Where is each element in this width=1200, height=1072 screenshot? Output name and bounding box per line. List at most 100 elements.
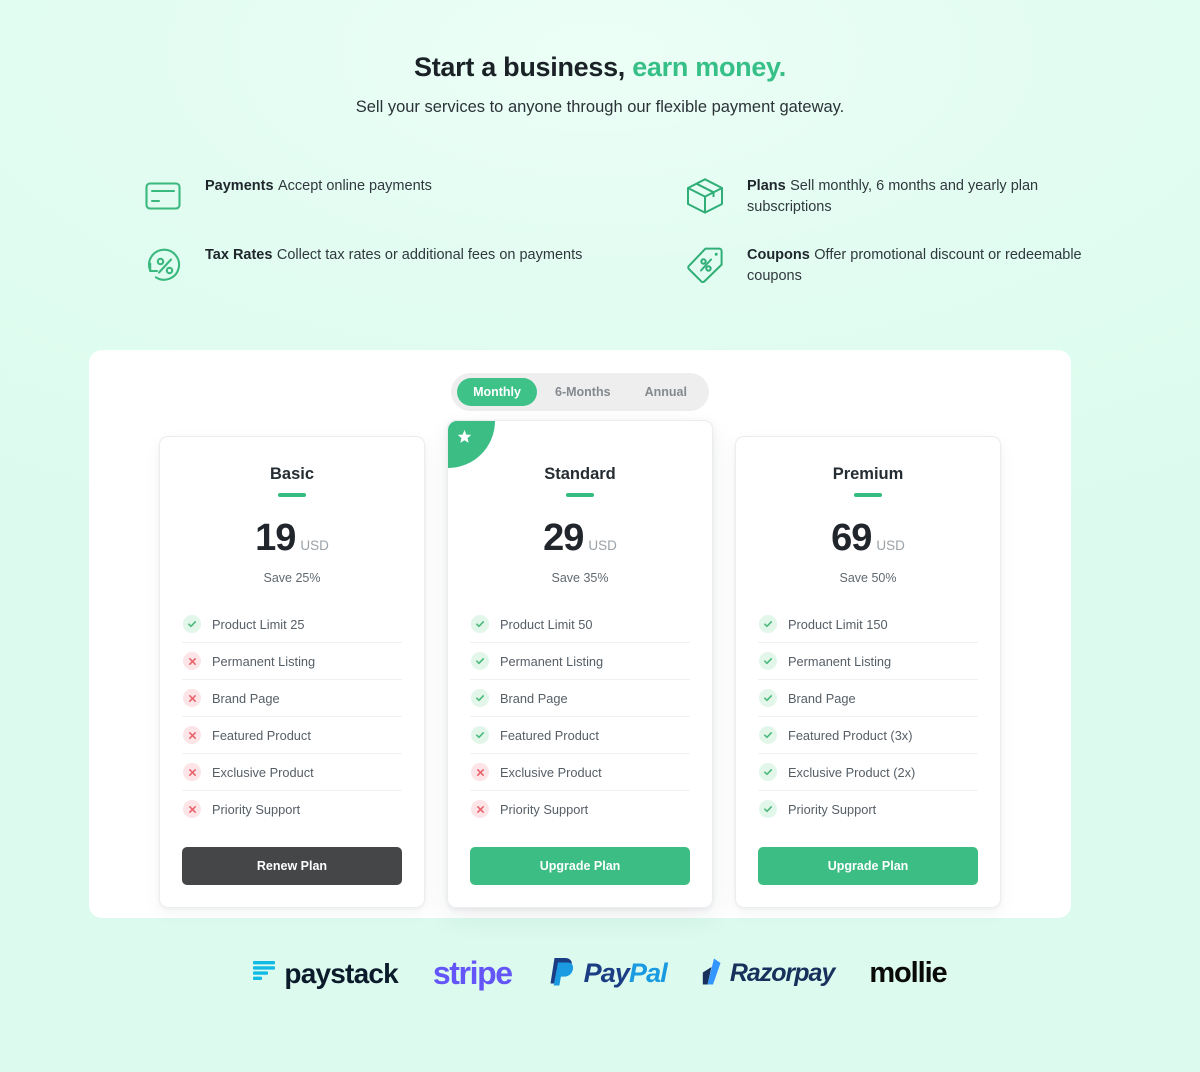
plan-card-basic[interactable]: Basic 19 USD Save 25% Product Limit 25 Pe…: [159, 436, 425, 908]
plan-feature-list: Product Limit 25 Permanent Listing Brand…: [182, 606, 402, 827]
feature-title: Payments: [205, 178, 274, 194]
price-currency: USD: [588, 538, 617, 553]
plan-feature-row: Brand Page: [758, 680, 978, 717]
feature-plans: Plans Sell monthly, 6 months and yearly …: [682, 172, 1120, 241]
billing-period-toggle[interactable]: Monthly 6-Months Annual: [451, 373, 709, 411]
plan-feature-row: Priority Support: [182, 791, 402, 827]
page-subtitle: Sell your services to anyone through our…: [355, 98, 845, 116]
plan-feature-row: Product Limit 50: [470, 606, 690, 643]
check-icon: [759, 615, 777, 633]
cross-icon: [183, 689, 201, 707]
box-icon: [682, 173, 728, 219]
plan-feature-label: Featured Product: [500, 727, 599, 743]
coupon-tag-icon: [682, 242, 728, 288]
check-icon: [759, 800, 777, 818]
price-amount: 69: [831, 517, 872, 559]
billing-toggle-wrap: Monthly 6-Months Annual: [89, 350, 1071, 411]
feature-payments: Payments Accept online payments: [140, 172, 682, 241]
hero-section: Start a business, earn money. Sell your …: [0, 0, 1200, 117]
percent-refresh-icon: [140, 242, 186, 288]
plan-feature-label: Brand Page: [212, 690, 280, 706]
plan-cta-button[interactable]: Upgrade Plan: [758, 847, 978, 885]
plan-name: Premium: [832, 465, 904, 483]
feature-title: Coupons: [747, 247, 810, 263]
plan-feature-row: Permanent Listing: [758, 643, 978, 680]
feature-tax-rates: Tax Rates Collect tax rates or additiona…: [140, 241, 682, 310]
plan-feature-row: Exclusive Product (2x): [758, 754, 978, 791]
plan-feature-row: Product Limit 25: [182, 606, 402, 643]
logo-paypal: PayPal: [547, 956, 668, 991]
check-icon: [759, 652, 777, 670]
price-amount: 19: [255, 517, 296, 559]
feature-list: Payments Accept online payments Plans Se…: [140, 172, 1120, 310]
plan-feature-label: Permanent Listing: [500, 653, 604, 669]
feature-coupons: Coupons Offer promotional discount or re…: [682, 241, 1120, 310]
logo-label: PayPal: [583, 958, 668, 989]
plan-feature-list: Product Limit 150 Permanent Listing Bran…: [758, 606, 978, 827]
toggle-option-monthly[interactable]: Monthly: [457, 378, 537, 406]
check-icon: [183, 615, 201, 633]
plan-cta-button[interactable]: Renew Plan: [182, 847, 402, 885]
check-icon: [759, 763, 777, 781]
star-icon: [457, 429, 472, 444]
logo-razorpay: Razorpay: [702, 958, 835, 990]
cross-icon: [183, 800, 201, 818]
plan-feature-label: Product Limit 25: [212, 616, 305, 632]
logo-label: paystack: [284, 957, 398, 989]
toggle-option-annual[interactable]: Annual: [629, 378, 703, 406]
plan-cards: Basic 19 USD Save 25% Product Limit 25 Pe…: [89, 420, 1071, 908]
price-currency: USD: [876, 538, 905, 553]
razorpay-mark-icon: [702, 958, 721, 990]
featured-badge: [448, 421, 495, 468]
plan-feature-label: Permanent Listing: [212, 653, 316, 669]
page-title-accent: earn money.: [632, 52, 786, 82]
plan-feature-row: Exclusive Product: [470, 754, 690, 791]
paypal-pay: Pay: [583, 958, 630, 988]
paystack-mark-icon: [253, 960, 276, 987]
logo-mollie: mollie: [869, 957, 947, 990]
plan-feature-label: Brand Page: [500, 690, 568, 706]
feature-desc: Accept online payments: [277, 178, 432, 194]
plan-feature-row: Brand Page: [182, 680, 402, 717]
plan-cta-button[interactable]: Upgrade Plan: [470, 847, 690, 885]
feature-desc: Collect tax rates or additional fees on …: [276, 247, 583, 263]
toggle-option-6-months[interactable]: 6-Months: [539, 378, 627, 406]
logo-paystack: paystack: [253, 957, 399, 990]
plan-feature-label: Exclusive Product: [500, 764, 602, 780]
paypal-mark-icon: [547, 956, 575, 991]
price-amount: 29: [543, 517, 584, 559]
plan-save-text: Save 35%: [551, 571, 609, 585]
logo-label: stripe: [432, 955, 513, 991]
plan-feature-row: Priority Support: [758, 791, 978, 827]
plan-feature-row: Brand Page: [470, 680, 690, 717]
plan-name: Basic: [269, 465, 315, 483]
plan-feature-row: Featured Product (3x): [758, 717, 978, 754]
plan-divider: [854, 493, 882, 497]
plan-feature-label: Featured Product (3x): [788, 727, 913, 743]
logo-label: mollie: [869, 957, 947, 989]
page-title: Start a business, earn money.: [0, 52, 1200, 83]
plan-feature-label: Priority Support: [212, 801, 301, 817]
page-title-main: Start a business,: [414, 52, 625, 82]
plan-feature-label: Priority Support: [500, 801, 589, 817]
check-icon: [759, 726, 777, 744]
pricing-panel: Monthly 6-Months Annual Basic 19 USD Save…: [89, 350, 1071, 918]
price-currency: USD: [300, 538, 329, 553]
plan-feature-label: Exclusive Product (2x): [788, 764, 916, 780]
plan-feature-label: Brand Page: [788, 690, 856, 706]
check-icon: [471, 652, 489, 670]
check-icon: [759, 689, 777, 707]
plan-feature-label: Product Limit 150: [788, 616, 888, 632]
cross-icon: [471, 800, 489, 818]
plan-feature-label: Product Limit 50: [500, 616, 593, 632]
plan-card-standard[interactable]: Standard 29 USD Save 35% Product Limit 50…: [447, 420, 713, 908]
plan-feature-row: Exclusive Product: [182, 754, 402, 791]
plan-feature-row: Permanent Listing: [182, 643, 402, 680]
check-icon: [471, 689, 489, 707]
logo-stripe: stripe: [432, 955, 513, 992]
cross-icon: [183, 763, 201, 781]
plan-feature-row: Priority Support: [470, 791, 690, 827]
plan-card-premium[interactable]: Premium 69 USD Save 50% Product Limit 150…: [735, 436, 1001, 908]
payment-provider-logos: paystack stripe PayPal Razorpay mollie: [0, 955, 1200, 992]
plan-feature-row: Permanent Listing: [470, 643, 690, 680]
